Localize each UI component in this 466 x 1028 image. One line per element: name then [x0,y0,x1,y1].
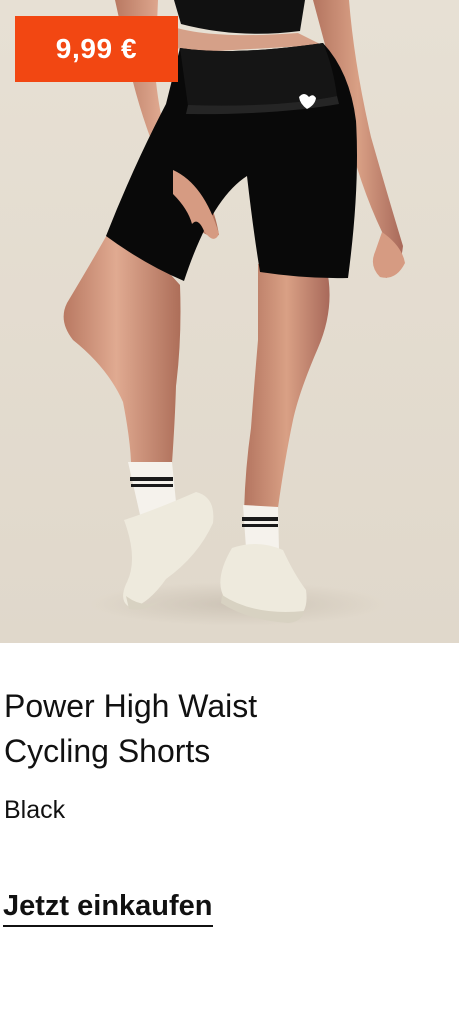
right-sock-stripe-2 [242,524,278,527]
left-sock-stripe-2 [131,484,173,487]
left-sock-stripe [130,477,173,481]
product-card[interactable]: 9,99 € Power High Waist Cycling Shorts B… [0,0,466,1028]
price-badge: 9,99 € [15,16,178,82]
product-image [0,0,459,643]
right-sock-stripe [242,517,278,521]
product-color: Black [4,796,66,824]
product-image-link[interactable] [0,0,459,643]
product-title[interactable]: Power High Waist Cycling Shorts [4,684,434,774]
shop-now-link[interactable]: Jetzt einkaufen [3,888,213,927]
